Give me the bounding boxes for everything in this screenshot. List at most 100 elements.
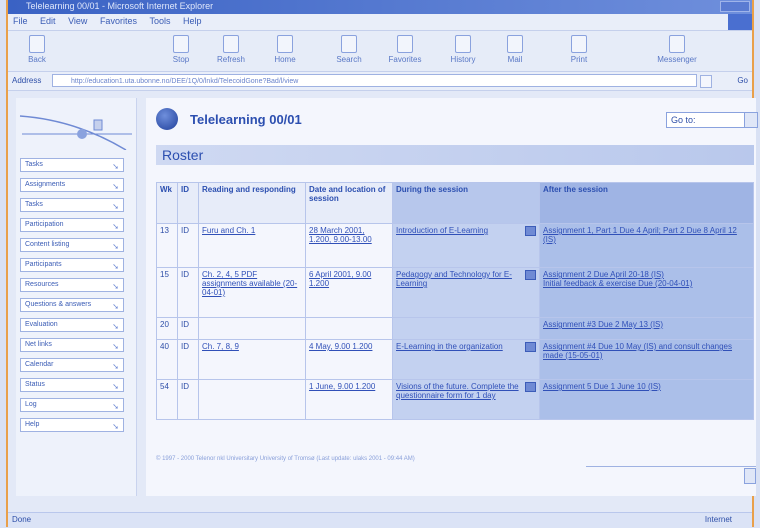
menu-help[interactable]: Help xyxy=(178,14,207,28)
chevron-down-icon[interactable] xyxy=(744,113,757,127)
sidebar-item[interactable]: Assignments ➘ xyxy=(20,178,124,192)
date-text[interactable]: 6 April 2001, 9.00 1.200 xyxy=(309,270,371,288)
home-button[interactable]: Home xyxy=(262,35,308,64)
reading-text[interactable]: Furu and Ch. 1 xyxy=(202,226,255,235)
browser-window: Telelearning 00/01 - Microsoft Internet … xyxy=(6,0,758,528)
cell-reading: Ch. 2, 4, 5 PDF assignments available (2… xyxy=(198,267,306,318)
go-button[interactable]: Go xyxy=(737,76,748,85)
sidebar-item[interactable]: Participants ➘ xyxy=(20,258,124,272)
roster-body: 13 ID Furu and Ch. 1 28 March 2001, 1.200, … xyxy=(156,223,754,420)
sidebar-item[interactable]: Tasks ➘ xyxy=(20,198,124,212)
arrow-icon: ➘ xyxy=(112,282,119,291)
arrow-icon: ➘ xyxy=(112,342,119,351)
scroll-arrow-icon[interactable] xyxy=(744,468,756,484)
cell-id: ID xyxy=(177,267,199,318)
after-text[interactable]: Assignment #4 Due 10 May (IS) and consul… xyxy=(543,342,732,360)
document-icon[interactable] xyxy=(525,226,536,236)
menu-bar: File Edit View Favorites Tools Help xyxy=(8,14,752,31)
zone-text: Internet xyxy=(704,515,732,524)
sidebar-item[interactable]: Evaluation ➘ xyxy=(20,318,124,332)
menu-file[interactable]: File xyxy=(8,14,33,28)
address-bar: Address http://education1.uta.ubonne.no/… xyxy=(8,72,752,91)
sidebar-item[interactable]: Help ➘ xyxy=(20,418,124,432)
stop-icon xyxy=(173,35,189,53)
reading-text[interactable]: Ch. 7, 8, 9 xyxy=(202,342,239,351)
document-icon[interactable] xyxy=(525,270,536,280)
history-button[interactable]: History xyxy=(440,35,486,64)
during-text[interactable]: Pedagogy and Technology for E-Learning xyxy=(396,270,512,288)
status-bar: Done Internet xyxy=(8,512,752,528)
cell-during: Pedagogy and Technology for E-Learning xyxy=(392,267,540,318)
sidebar-item[interactable]: Status ➘ xyxy=(20,378,124,392)
address-dropdown-icon[interactable] xyxy=(700,75,712,88)
reading-text[interactable]: Ch. 2, 4, 5 PDF assignments available (2… xyxy=(202,270,297,297)
menu-favorites[interactable]: Favorites xyxy=(95,14,142,28)
after-text[interactable]: Assignment #3 Due 2 May 13 (IS) xyxy=(543,320,663,329)
sidebar-item-label: Assignments xyxy=(25,181,66,188)
messenger-button[interactable]: Messenger xyxy=(654,35,700,64)
id-text: ID xyxy=(181,270,189,279)
wk-text: 15 xyxy=(160,270,169,279)
menu-view[interactable]: View xyxy=(63,14,92,28)
wk-text: 40 xyxy=(160,342,169,351)
cell-after: Assignment #3 Due 2 May 13 (IS) xyxy=(539,317,754,340)
after-text[interactable]: Assignment 1, Part 1 Due 4 April; Part 2… xyxy=(543,226,737,244)
back-arrow-icon xyxy=(29,35,45,53)
cell-after: Assignment 5 Due 1 June 10 (IS) xyxy=(539,379,754,420)
sidebar-item-label: Help xyxy=(25,421,40,428)
cell-reading xyxy=(198,379,306,420)
favorites-button[interactable]: Favorites xyxy=(382,35,428,64)
during-text[interactable]: Visions of the future. Complete the ques… xyxy=(396,382,519,400)
during-text[interactable]: E-Learning in the organization xyxy=(396,342,503,351)
after-link[interactable]: Initial feedback & exercise Due (20-04-0… xyxy=(543,279,750,288)
sidebar-item-label: Status xyxy=(25,381,45,388)
goto-select[interactable]: Go to: xyxy=(666,112,758,128)
sidebar-item[interactable]: Resources ➘ xyxy=(20,278,124,292)
back-button[interactable]: Back xyxy=(14,35,60,64)
window-controls[interactable] xyxy=(720,1,750,12)
address-input[interactable]: http://education1.uta.ubonne.no/DEE/1Q/0… xyxy=(52,74,697,87)
mail-button[interactable]: Mail xyxy=(492,35,538,64)
cell-wk: 40 xyxy=(156,339,178,380)
arrow-icon: ➘ xyxy=(112,222,119,231)
cell-after: Assignment 1, Part 1 Due 4 April; Part 2… xyxy=(539,223,754,268)
id-text: ID xyxy=(181,320,189,329)
favorites-icon xyxy=(397,35,413,53)
document-icon[interactable] xyxy=(525,382,536,392)
address-label: Address xyxy=(12,76,42,85)
status-text: Done xyxy=(12,515,32,524)
sidebar-item[interactable]: Content listing ➘ xyxy=(20,238,124,252)
date-text[interactable]: 28 March 2001, 1.200, 9.00-13.00 xyxy=(309,226,372,244)
arrow-icon: ➘ xyxy=(112,422,119,431)
sidebar-item[interactable]: Calendar ➘ xyxy=(20,358,124,372)
sidebar-item-label: Participation xyxy=(25,221,64,228)
col-id: ID xyxy=(177,182,199,224)
sidebar-item[interactable]: Tasks ➘ xyxy=(20,158,124,172)
menu-tools[interactable]: Tools xyxy=(144,14,175,28)
date-text[interactable]: 4 May, 9.00 1.200 xyxy=(309,342,372,351)
sidebar-item[interactable]: Log ➘ xyxy=(20,398,124,412)
sidebar-item[interactable]: Net links ➘ xyxy=(20,338,124,352)
sidebar-item-label: Log xyxy=(25,401,37,408)
arrow-icon: ➘ xyxy=(112,302,119,311)
stop-button[interactable]: Stop xyxy=(158,35,204,64)
sidebar-item-label: Evaluation xyxy=(25,321,58,328)
after-link[interactable]: Assignment 2 Due April 20-18 (IS) xyxy=(543,270,750,279)
sidebar-item-label: Net links xyxy=(25,341,52,348)
cell-date: 28 March 2001, 1.200, 9.00-13.00 xyxy=(305,223,393,268)
after-text[interactable]: Assignment 5 Due 1 June 10 (IS) xyxy=(543,382,661,391)
during-text[interactable]: Introduction of E-Learning xyxy=(396,226,488,235)
cell-id: ID xyxy=(177,223,199,268)
date-text[interactable]: 1 June, 9.00 1.200 xyxy=(309,382,375,391)
refresh-button[interactable]: Refresh xyxy=(208,35,254,64)
toolbar: Back Stop Refresh Home Search Favorites … xyxy=(8,31,752,72)
table-row: 13 ID Furu and Ch. 1 28 March 2001, 1.200, … xyxy=(156,223,754,268)
document-icon[interactable] xyxy=(525,342,536,352)
sidebar-item[interactable]: Questions & answers ➘ xyxy=(20,298,124,312)
sidebar-item[interactable]: Participation ➘ xyxy=(20,218,124,232)
arrow-icon: ➘ xyxy=(112,262,119,271)
search-button[interactable]: Search xyxy=(326,35,372,64)
menu-edit[interactable]: Edit xyxy=(35,14,61,28)
print-button[interactable]: Print xyxy=(556,35,602,64)
id-text: ID xyxy=(181,226,189,235)
